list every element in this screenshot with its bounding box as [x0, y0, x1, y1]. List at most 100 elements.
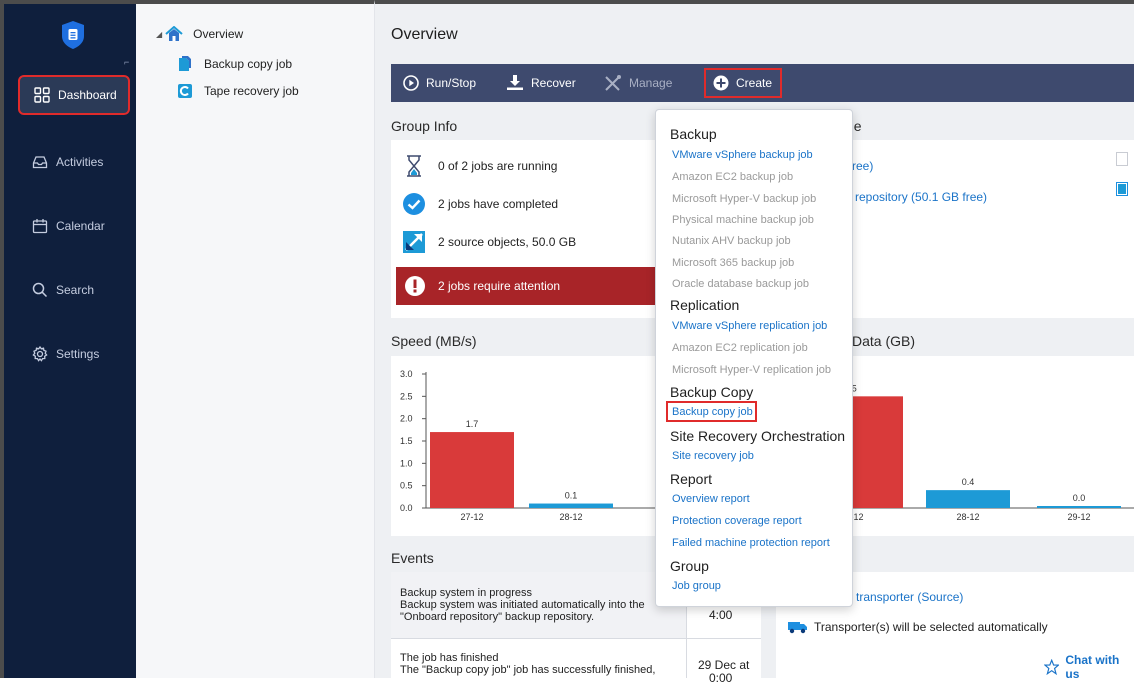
- y-tick-label: 3.0: [400, 369, 413, 379]
- tree-item-backup-copy-job[interactable]: Backup copy job: [178, 56, 292, 72]
- event-description: The "Backup copy job" job has successful…: [400, 664, 656, 676]
- nav-label: Search: [56, 283, 95, 297]
- chat-with-us-button[interactable]: Chat with us: [1044, 653, 1134, 681]
- event-description: Backup system was initiated automaticall…: [400, 599, 645, 611]
- menu-item-m365-backup[interactable]: Microsoft 365 backup job: [672, 257, 794, 269]
- transporter-source-link[interactable]: transporter (Source): [856, 590, 963, 604]
- event-description: "Onboard repository" backup repository.: [400, 611, 595, 623]
- tools-icon: [605, 75, 621, 91]
- menu-item-vmware-backup[interactable]: VMware vSphere backup job: [672, 149, 813, 161]
- group-info-title: Group Info: [391, 118, 458, 134]
- menu-item-protection-coverage-report[interactable]: Protection coverage report: [672, 515, 802, 527]
- download-icon: [507, 75, 523, 90]
- events-row-divider: [391, 638, 761, 639]
- nav-item-calendar[interactable]: Calendar: [18, 206, 130, 246]
- expand-arrows-icon: [403, 231, 425, 253]
- play-circle-icon: [403, 75, 419, 91]
- bar: [1037, 506, 1121, 508]
- menu-item-oracle-backup[interactable]: Oracle database backup job: [672, 278, 809, 290]
- menu-item-ec2-backup[interactable]: Amazon EC2 backup job: [672, 171, 793, 183]
- nav-label: Calendar: [56, 219, 105, 233]
- menu-header-report: Report: [670, 471, 713, 487]
- create-highlight: [704, 68, 782, 98]
- left-navigation: ⌐ Dashboard Activities Calendar Search S…: [0, 0, 136, 678]
- tape-recovery-icon: [178, 84, 192, 98]
- alert-icon: [405, 276, 425, 296]
- run-stop-button[interactable]: Run/Stop: [403, 64, 476, 102]
- nav-item-search[interactable]: Search: [18, 270, 130, 310]
- calendar-icon: [32, 219, 48, 234]
- tree-item-overview[interactable]: ◢ Overview: [156, 26, 243, 42]
- star-icon: [1044, 659, 1060, 675]
- storage-item-1[interactable]: ree): [852, 159, 873, 173]
- data-label: 0.1: [565, 491, 578, 501]
- event-time: 4:00: [709, 608, 733, 622]
- menu-item-hyperv-replication[interactable]: Microsoft Hyper-V replication job: [672, 364, 831, 376]
- nav-label: Dashboard: [58, 88, 117, 102]
- attention-label: 2 jobs require attention: [438, 279, 561, 293]
- activities-icon: [32, 156, 48, 169]
- truck-icon: [788, 622, 807, 634]
- tree-label: Backup copy job: [204, 57, 293, 71]
- event-time: 29 Dec at: [698, 658, 750, 672]
- expand-arrow-icon[interactable]: ◢: [156, 30, 162, 39]
- attention-banner[interactable]: 2 jobs require attention: [396, 267, 664, 305]
- y-tick-label: 2.0: [400, 414, 413, 424]
- collapse-corner-icon[interactable]: ⌐: [124, 57, 129, 67]
- event-title: Backup system in progress: [400, 587, 533, 599]
- menu-item-hyperv-backup[interactable]: Microsoft Hyper-V backup job: [672, 193, 816, 205]
- tree-item-tape-recovery-job[interactable]: Tape recovery job: [178, 84, 299, 98]
- menu-item-overview-report[interactable]: Overview report: [672, 493, 750, 505]
- nav-item-dashboard[interactable]: Dashboard: [18, 75, 130, 115]
- running-status: 0 of 2 jobs are running: [402, 154, 557, 178]
- job-tree-panel: ◢ Overview Backup copy job Tape recovery…: [136, 0, 375, 678]
- data-label: 0.0: [1073, 493, 1086, 503]
- data-label: 0.4: [962, 477, 975, 487]
- storage-item-2[interactable]: repository (50.1 GB free): [855, 190, 987, 204]
- checkmark-circle-icon: [403, 193, 425, 215]
- event-time: 0:00: [709, 671, 733, 685]
- menu-header-site-recovery: Site Recovery Orchestration: [670, 428, 846, 444]
- manage-label: Manage: [629, 76, 673, 90]
- data-chart-title: Data (GB): [852, 333, 916, 349]
- x-tick-label: 28-12: [956, 512, 979, 522]
- recover-label: Recover: [531, 76, 576, 90]
- menu-header-backup-copy: Backup Copy: [670, 384, 754, 400]
- menu-item-failed-machine-report[interactable]: Failed machine protection report: [672, 537, 830, 549]
- menu-item-site-recovery-job[interactable]: Site recovery job: [672, 450, 754, 462]
- y-tick-label: 1.0: [400, 458, 413, 468]
- storage-usage-bar-1: [1116, 152, 1128, 166]
- bar: [926, 490, 1010, 508]
- nav-item-settings[interactable]: Settings: [18, 334, 130, 374]
- menu-item-job-group[interactable]: Job group: [672, 580, 721, 592]
- events-title: Events: [391, 550, 434, 566]
- hourglass-icon: [407, 155, 421, 177]
- completed-status: 2 jobs have completed: [402, 192, 558, 216]
- dashboard-icon: [34, 87, 50, 103]
- menu-item-nutanix-backup[interactable]: Nutanix AHV backup job: [672, 235, 791, 247]
- speed-chart-title: Speed (MB/s): [391, 333, 477, 349]
- app-logo-icon[interactable]: [61, 20, 85, 50]
- y-tick-label: 2.5: [400, 391, 413, 401]
- bar: [430, 432, 514, 508]
- recover-button[interactable]: Recover: [506, 64, 576, 102]
- settings-icon: [32, 346, 48, 362]
- search-icon: [32, 282, 48, 298]
- menu-item-vmware-replication[interactable]: VMware vSphere replication job: [672, 320, 827, 332]
- manage-button[interactable]: Manage: [604, 64, 672, 102]
- x-tick-label: 28-12: [559, 512, 582, 522]
- nav-item-activities[interactable]: Activities: [18, 142, 130, 182]
- y-tick-label: 0.5: [400, 481, 413, 491]
- x-tick-label: 29-12: [1067, 512, 1090, 522]
- menu-item-ec2-replication[interactable]: Amazon EC2 replication job: [672, 342, 808, 354]
- storage-usage-bar-2: [1116, 182, 1128, 196]
- home-icon: [165, 26, 183, 41]
- speed-chart: 3.0 2.5 2.0 1.5 1.0 0.5 0.0 1.7 27-12 0.1 28-12: [400, 369, 661, 522]
- menu-item-physical-backup[interactable]: Physical machine backup job: [672, 214, 814, 226]
- menu-header-group: Group: [670, 558, 709, 574]
- create-dropdown-menu: Backup VMware vSphere backup job Amazon …: [655, 109, 853, 607]
- x-tick-label: 27-12: [460, 512, 483, 522]
- menu-header-backup: Backup: [670, 126, 717, 142]
- tree-label: Tape recovery job: [204, 84, 299, 98]
- transporter-auto-note: Transporter(s) will be selected automati…: [788, 620, 1048, 634]
